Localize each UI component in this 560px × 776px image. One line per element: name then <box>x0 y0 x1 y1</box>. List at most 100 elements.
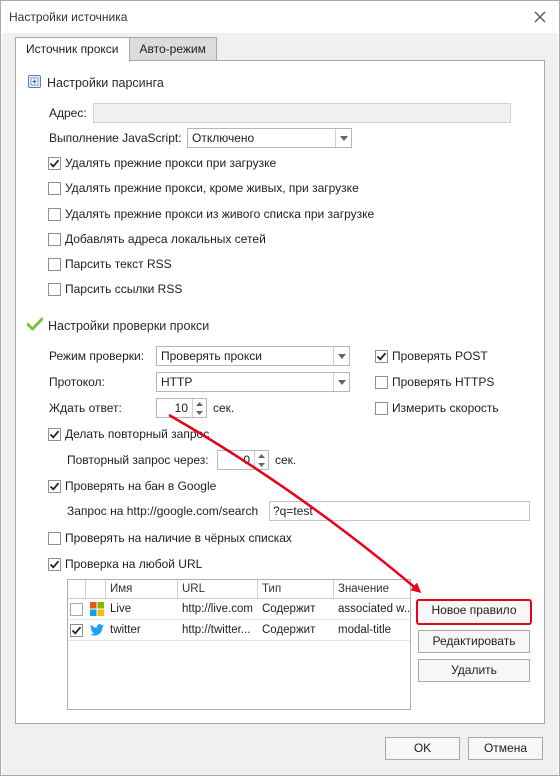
option-label: Проверять POST <box>392 349 488 363</box>
option-any-url[interactable]: Проверка на любой URL <box>48 557 202 571</box>
row-type: Содержит <box>262 603 316 615</box>
option-delete-from-live-list[interactable]: Удалять прежние прокси из живого списка … <box>48 207 374 221</box>
option-parse-rss-text[interactable]: Парсить текст RSS <box>48 257 172 271</box>
header-checkbox-column <box>68 580 86 599</box>
option-label: Проверять HTTPS <box>392 375 495 389</box>
retry-delay-label: Повторный запрос через: <box>67 453 209 467</box>
column-header-type[interactable]: Тип <box>258 580 334 599</box>
checkbox-checked-icon[interactable] <box>48 156 61 170</box>
chevron-down-icon[interactable] <box>333 347 349 365</box>
new-rule-button[interactable]: Новое правило <box>416 599 532 625</box>
green-checkmark-icon <box>26 317 44 334</box>
chevron-down-icon[interactable] <box>335 129 351 147</box>
row-url: http://live.com <box>182 603 253 615</box>
checkbox-unchecked-icon[interactable] <box>48 531 61 545</box>
option-label: Проверять на наличие в чёрных списках <box>65 531 292 545</box>
ok-button[interactable]: OK <box>385 737 460 760</box>
checkbox-unchecked-icon[interactable] <box>48 257 61 271</box>
retry-delay-spinner[interactable]: 0 <box>217 450 269 470</box>
checkbox-checked-icon[interactable] <box>70 623 83 637</box>
option-label: Парсить ссылки RSS <box>65 282 183 296</box>
row-url: http://twitter... <box>182 624 251 636</box>
source-settings-dialog: Настройки источника Источник прокси Авто… <box>0 0 560 776</box>
tab-bar: Источник прокси Авто-режим <box>15 37 217 62</box>
javascript-select[interactable]: Отключено <box>187 128 352 148</box>
spinner-arrows-icon[interactable] <box>254 451 268 469</box>
option-label: Делать повторный запрос <box>65 427 210 441</box>
row-type: Содержит <box>262 624 316 636</box>
checkbox-unchecked-icon[interactable] <box>48 232 61 246</box>
row-name: twitter <box>110 624 141 636</box>
protocol-label: Протокол: <box>49 375 105 389</box>
option-label: Измерить скорость <box>392 401 499 415</box>
check-mode-label: Режим проверки: <box>49 349 145 363</box>
checkbox-unchecked-icon[interactable] <box>48 282 61 296</box>
close-icon[interactable] <box>531 8 549 26</box>
option-measure-speed[interactable]: Измерить скорость <box>375 401 499 415</box>
checkbox-checked-icon[interactable] <box>48 427 61 441</box>
wait-spinner[interactable]: 10 <box>156 398 207 418</box>
row-checkbox[interactable] <box>70 620 86 640</box>
column-header-name[interactable]: Имя <box>106 580 178 599</box>
wait-value: 10 <box>174 401 188 415</box>
checkbox-checked-icon[interactable] <box>48 479 61 493</box>
row-name: Live <box>110 603 132 615</box>
check-mode-value: Проверять прокси <box>161 349 262 363</box>
option-retry-request[interactable]: Делать повторный запрос <box>48 427 209 441</box>
twitter-bird-icon <box>88 620 106 640</box>
address-label: Адрес: <box>49 106 87 120</box>
checkbox-unchecked-icon[interactable] <box>70 602 83 616</box>
option-parse-rss-links[interactable]: Парсить ссылки RSS <box>48 282 182 296</box>
chevron-down-icon[interactable] <box>333 373 349 391</box>
table-row[interactable]: twitter http://twitter... Содержит modal… <box>68 620 410 641</box>
google-query-field[interactable]: ?q=test <box>269 501 530 521</box>
option-google-ban[interactable]: Проверять на бан в Google <box>48 479 216 493</box>
retry-delay-value: 0 <box>243 453 250 467</box>
parsing-settings-icon <box>27 74 42 92</box>
option-delete-old-proxies[interactable]: Удалять прежние прокси при загрузке <box>48 156 276 170</box>
title-bar: Настройки источника <box>1 1 559 33</box>
checkbox-checked-icon[interactable] <box>375 349 388 363</box>
option-label: Удалять прежние прокси из живого списка … <box>65 207 375 221</box>
checkbox-unchecked-icon[interactable] <box>48 207 61 221</box>
table-header: Имя URL Тип Значение <box>68 580 410 599</box>
option-label: Проверка на любой URL <box>65 557 203 571</box>
address-field[interactable] <box>93 103 511 123</box>
header-icon-column <box>86 580 106 599</box>
url-rules-table: Имя URL Тип Значение Live http://live.co… <box>67 579 411 710</box>
option-check-post[interactable]: Проверять POST <box>375 349 488 363</box>
checkbox-unchecked-icon[interactable] <box>375 375 388 389</box>
edit-rule-button[interactable]: Редактировать <box>418 630 530 653</box>
check-mode-select[interactable]: Проверять прокси <box>156 346 350 366</box>
checkbox-unchecked-icon[interactable] <box>48 181 61 195</box>
windows-logo-icon <box>88 599 106 619</box>
window-title: Настройки источника <box>9 10 128 24</box>
cancel-button[interactable]: Отмена <box>468 737 543 760</box>
wait-label: Ждать ответ: <box>49 401 122 415</box>
google-query-label: Запрос на http://google.com/search <box>67 504 259 518</box>
option-blacklists[interactable]: Проверять на наличие в чёрных списках <box>48 531 292 545</box>
parsing-section-title: Настройки парсинга <box>47 76 164 90</box>
option-check-https[interactable]: Проверять HTTPS <box>375 375 494 389</box>
delete-rule-button[interactable]: Удалить <box>418 659 530 682</box>
row-checkbox[interactable] <box>70 599 86 619</box>
retry-delay-unit: сек. <box>275 453 297 467</box>
javascript-select-value: Отключено <box>192 131 255 145</box>
parsing-section-header: Настройки парсинга <box>27 74 164 92</box>
table-row[interactable]: Live http://live.com Содержит associated… <box>68 599 410 620</box>
protocol-select[interactable]: HTTP <box>156 372 350 392</box>
tab-proxy-source[interactable]: Источник прокси <box>15 37 130 62</box>
spinner-arrows-icon[interactable] <box>192 399 206 417</box>
option-delete-except-live[interactable]: Удалять прежние прокси, кроме живых, при… <box>48 181 359 195</box>
checkbox-checked-icon[interactable] <box>48 557 61 571</box>
check-section-title: Настройки проверки прокси <box>48 318 210 333</box>
checkbox-unchecked-icon[interactable] <box>375 401 388 415</box>
check-section-header: Настройки проверки прокси <box>26 317 210 334</box>
option-add-local-addresses[interactable]: Добавлять адреса локальных сетей <box>48 232 266 246</box>
tab-auto-mode[interactable]: Авто-режим <box>128 37 217 61</box>
option-label: Удалять прежние прокси, кроме живых, при… <box>65 181 359 195</box>
option-label: Удалять прежние прокси при загрузке <box>65 156 277 170</box>
wait-unit: сек. <box>213 401 235 415</box>
column-header-url[interactable]: URL <box>178 580 258 599</box>
column-header-value[interactable]: Значение <box>334 580 410 599</box>
